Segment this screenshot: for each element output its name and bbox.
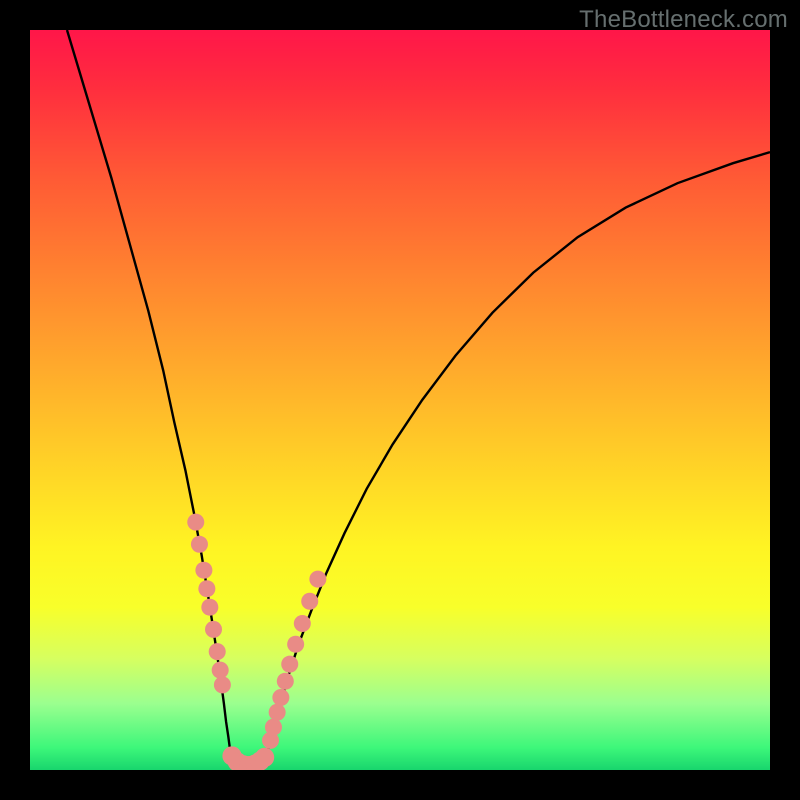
bead-right-7 <box>294 615 311 632</box>
bead-right-2 <box>269 704 286 721</box>
bead-right-3 <box>272 689 289 706</box>
chart-frame: TheBottleneck.com <box>0 0 800 800</box>
bead-left-2 <box>195 562 212 579</box>
bead-left-4 <box>201 599 218 616</box>
bottleneck-curve <box>67 30 770 766</box>
bead-left-7 <box>212 662 229 679</box>
plot-area <box>30 30 770 770</box>
watermark-text: TheBottleneck.com <box>579 6 788 34</box>
bead-left-5 <box>205 621 222 638</box>
bead-left-3 <box>198 580 215 597</box>
bead-right-8 <box>301 593 318 610</box>
bead-left-1 <box>191 536 208 553</box>
bead-right-9 <box>309 571 326 588</box>
bead-right-6 <box>287 636 304 653</box>
bead-right-4 <box>277 673 294 690</box>
curve-svg <box>30 30 770 770</box>
bead-right-1 <box>265 719 282 736</box>
bead-trough-6 <box>255 748 274 767</box>
bead-left-0 <box>187 514 204 531</box>
bead-right-5 <box>281 656 298 673</box>
beads-group <box>187 514 326 770</box>
bead-left-6 <box>209 643 226 660</box>
bead-left-8 <box>214 676 231 693</box>
